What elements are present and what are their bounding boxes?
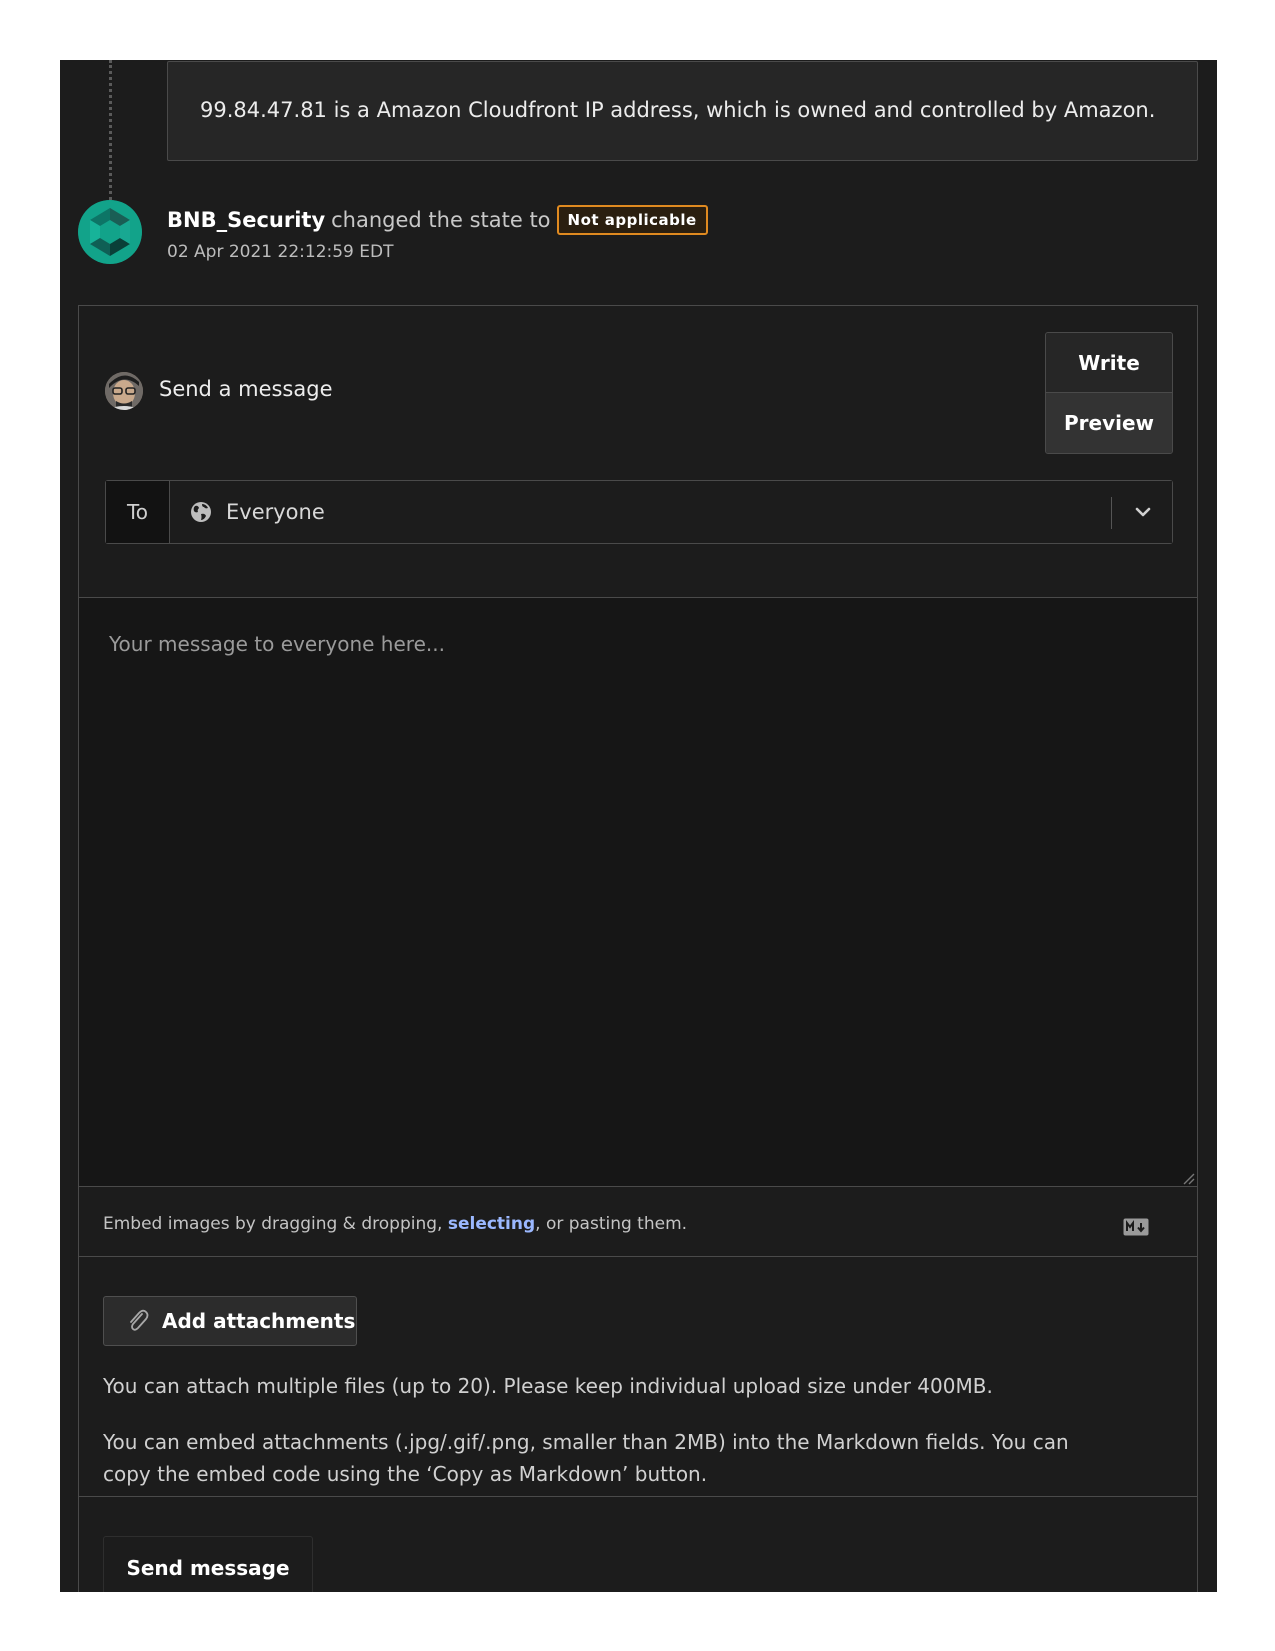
divider [79,1496,1197,1497]
embed-note-text-end: , or pasting them. [535,1214,688,1234]
add-attachments-label: Add attachments [162,1309,356,1333]
composer-title: Send a message [159,377,333,401]
markdown-icon [1123,1218,1149,1236]
attach-limit-help: You can attach multiple files (up to 20)… [103,1374,993,1398]
hexagon-logo-icon[interactable] [78,200,142,264]
message-composer: Send a message Write Preview To Everyone [78,305,1198,1592]
recipient-selector: To Everyone [105,480,1173,544]
event-timestamp: 02 Apr 2021 22:12:59 EDT [167,242,394,262]
resize-handle-icon[interactable] [1181,1170,1195,1185]
select-files-link[interactable]: selecting [448,1214,535,1234]
divider [79,1256,1197,1257]
chevron-down-icon[interactable] [1132,501,1154,523]
paperclip-icon [126,1308,150,1334]
globe-icon [190,501,212,523]
to-label: To [106,481,170,543]
comment-text: 99.84.47.81 is a Amazon Cloudfront IP ad… [200,98,1156,122]
tab-write[interactable]: Write [1046,333,1172,393]
send-message-button[interactable]: Send message [103,1536,313,1592]
add-attachments-button[interactable]: Add attachments [103,1296,357,1346]
embed-note-text: Embed images by dragging & dropping, [103,1214,448,1234]
embed-images-note: Embed images by dragging & dropping, sel… [103,1214,687,1234]
report-activity-page: 99.84.47.81 is a Amazon Cloudfront IP ad… [60,60,1217,1592]
status-badge: Not applicable [556,205,708,235]
message-textarea[interactable] [79,598,1197,1186]
dropdown-divider [1111,497,1112,529]
recipient-dropdown[interactable]: Everyone [170,481,1172,543]
divider [79,1186,1197,1187]
avatar [105,372,143,410]
editor-tabs: Write Preview [1045,332,1173,454]
timeline-connector [109,60,112,200]
state-change-event: BNB_Security changed the state to Not ap… [167,203,708,237]
tab-preview[interactable]: Preview [1046,393,1172,453]
embed-attachments-help: You can embed attachments (.jpg/.gif/.pn… [103,1430,1069,1486]
previous-comment: 99.84.47.81 is a Amazon Cloudfront IP ad… [167,61,1198,161]
actor-name[interactable]: BNB_Security [167,208,325,232]
recipient-value: Everyone [226,500,325,524]
event-action: changed the state to [331,208,551,232]
